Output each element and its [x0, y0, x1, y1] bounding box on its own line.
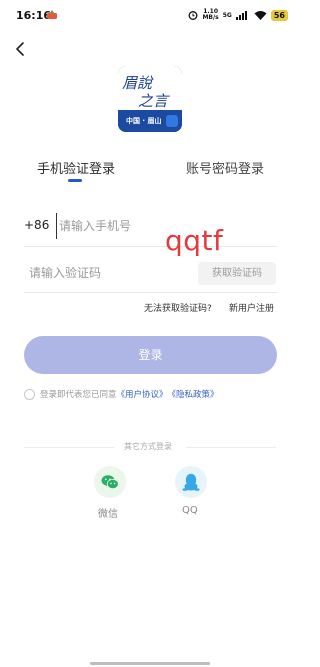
tab-sms-login[interactable]: 手机验证登录 — [37, 158, 115, 177]
privacy-policy-link[interactable]: 《隐私政策》 — [168, 388, 219, 400]
country-code[interactable]: +86 — [24, 218, 49, 232]
cannot-get-code-link[interactable]: 无法获取验证码? — [144, 301, 212, 314]
wechat-label: 微信 — [98, 509, 118, 520]
svg-text:之言: 之言 — [138, 92, 170, 110]
app-logo: 眉說 之言 中国 · 眉山 — [118, 66, 182, 132]
wechat-login-button[interactable] — [94, 466, 126, 498]
get-code-button[interactable]: 获取验证码 — [198, 262, 276, 285]
qq-label: QQ — [182, 505, 198, 516]
divider-right — [186, 447, 276, 448]
home-indicator[interactable] — [90, 662, 210, 665]
agreement-checkbox[interactable] — [24, 388, 35, 400]
active-tab-indicator — [68, 179, 82, 182]
agreement-text: 登录即代表您已同意 — [40, 390, 117, 400]
verification-code-input[interactable] — [29, 261, 189, 285]
wifi-icon — [254, 11, 267, 20]
qq-login-button[interactable] — [175, 466, 207, 498]
tab-password-login[interactable]: 账号密码登录 — [186, 158, 264, 177]
other-login-label: 其它方式登录 — [124, 442, 172, 451]
divider-left — [24, 447, 114, 448]
status-indicators: 1.10 MB/s 5G 56 — [188, 8, 288, 22]
app-notification-icon — [47, 10, 57, 19]
status-bar: 16:16 1.10 MB/s 5G 56 — [0, 0, 300, 30]
user-agreement-link[interactable]: 《用户协议》 — [117, 388, 168, 400]
svg-text:眉說: 眉說 — [122, 74, 154, 92]
network-type: 5G — [222, 11, 232, 19]
wechat-icon — [101, 475, 119, 489]
status-time: 16:16 — [16, 9, 52, 22]
agreement-row: 登录即代表您已同意 《用户协议》 《隐私政策》 — [24, 388, 219, 400]
login-button[interactable]: 登录 — [24, 336, 277, 374]
qq-penguin-icon — [182, 473, 200, 491]
watermark-text: qqtf — [165, 224, 224, 257]
back-arrow-icon[interactable] — [12, 40, 30, 58]
code-divider — [24, 292, 277, 293]
logo-badge-icon — [166, 115, 178, 127]
signal-icon — [235, 11, 247, 20]
phone-divider — [24, 246, 277, 247]
register-link[interactable]: 新用户注册 — [229, 301, 274, 314]
alarm-icon — [188, 11, 198, 20]
battery-indicator: 56 — [270, 9, 288, 21]
logo-calligraphy: 眉說 之言 — [122, 74, 170, 110]
network-speed: 1.10 MB/s — [202, 8, 219, 21]
